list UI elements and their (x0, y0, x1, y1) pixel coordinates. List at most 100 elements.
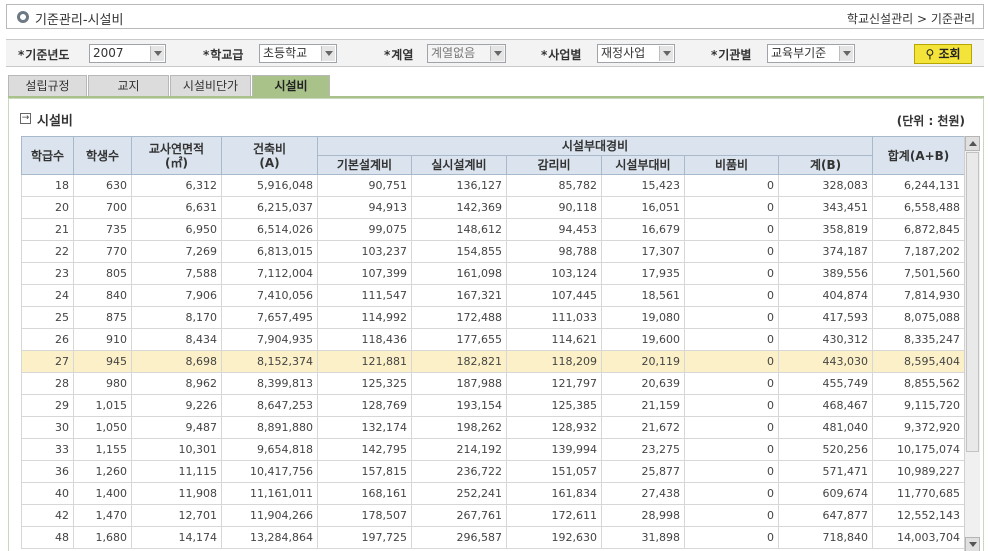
table-cell: 90,751 (317, 174, 412, 197)
tab-facility-cost[interactable]: 시설비 (252, 75, 330, 96)
table-cell: 17,307 (601, 240, 685, 263)
table-cell: 7,410,056 (221, 284, 318, 307)
table-cell: 700 (73, 196, 132, 219)
table-row[interactable]: 23 805 7,588 7,112,004 107,399 161,098 103,124… (21, 262, 964, 285)
table-cell: 17,935 (601, 262, 685, 285)
basis-select[interactable]: 교육부기준 (767, 44, 855, 63)
table-row[interactable]: 26 910 8,434 7,904,935 118,436 177,655 114,621… (21, 328, 964, 351)
table-cell: 8,335,247 (872, 328, 964, 351)
table-cell: 10,301 (131, 438, 222, 461)
table-cell: 8,962 (131, 372, 222, 395)
table-cell: 6,813,015 (221, 240, 318, 263)
tab-establishment-rules[interactable]: 설립규정 (8, 75, 87, 96)
table-cell: 0 (684, 372, 779, 395)
table-cell: 735 (73, 218, 132, 241)
table-cell: 48 (21, 526, 74, 549)
table-cell: 214,192 (411, 438, 507, 461)
table-row[interactable]: 21 735 6,950 6,514,026 99,075 148,612 94,453 16… (21, 218, 964, 241)
table-row[interactable]: 30 1,050 9,487 8,891,880 132,174 198,262 128,9… (21, 416, 964, 439)
table-cell: 875 (73, 306, 132, 329)
table-cell: 20,119 (601, 350, 685, 373)
table-row[interactable]: 25 875 8,170 7,657,495 114,992 172,488 111,033… (21, 306, 964, 329)
table-cell: 910 (73, 328, 132, 351)
table-cell: 8,698 (131, 350, 222, 373)
series-select[interactable]: 계열없음 (427, 44, 506, 63)
table-cell: 6,312 (131, 174, 222, 197)
table-cell: 192,630 (506, 526, 602, 549)
table-cell: 21,672 (601, 416, 685, 439)
vertical-scrollbar[interactable] (964, 136, 980, 551)
table-cell: 125,325 (317, 372, 412, 395)
data-grid: 학급수 학생수 교사연면적 (㎡) 건축비 (A) 시설부대경비 합계(A+B) 기… (21, 136, 964, 551)
basis-label: *기관별 (711, 48, 752, 62)
table-row[interactable]: 42 1,470 12,701 11,904,266 178,507 267,761 172… (21, 504, 964, 527)
table-row[interactable]: 40 1,400 11,908 11,161,011 168,161 252,241 161… (21, 482, 964, 505)
col-header-equipment: 비품비 (684, 155, 779, 175)
section-title: 시설비 (37, 114, 73, 129)
tab-school-site[interactable]: 교지 (88, 75, 169, 96)
table-row[interactable]: 36 1,260 11,115 10,417,756 157,815 236,722 151… (21, 460, 964, 483)
table-cell: 9,372,920 (872, 416, 964, 439)
table-cell: 267,761 (411, 504, 507, 527)
content-panel: → 시설비 (단위 : 천원) 학급수 학생수 교사연면적 (㎡) 건축비 (A) … (8, 98, 984, 551)
chevron-down-icon (839, 46, 853, 61)
scroll-up-icon[interactable] (965, 136, 980, 151)
table-cell: 0 (684, 350, 779, 373)
tab-unit-cost[interactable]: 시설비단가 (170, 75, 251, 96)
table-cell: 296,587 (411, 526, 507, 549)
table-cell: 27,438 (601, 482, 685, 505)
table-cell: 16,051 (601, 196, 685, 219)
table-cell: 31,898 (601, 526, 685, 549)
table-row[interactable]: 29 1,015 9,226 8,647,253 128,769 193,154 125,3… (21, 394, 964, 417)
year-select[interactable]: 2007 (89, 44, 166, 63)
table-row[interactable]: 27 945 8,698 8,152,374 121,881 182,821 118,209… (21, 350, 964, 373)
table-row[interactable]: 20 700 6,631 6,215,037 94,913 142,369 90,118 16… (21, 196, 964, 219)
table-cell: 187,988 (411, 372, 507, 395)
table-row[interactable]: 33 1,155 10,301 9,654,818 142,795 214,192 139,… (21, 438, 964, 461)
table-cell: 0 (684, 460, 779, 483)
table-cell: 0 (684, 284, 779, 307)
table-cell: 157,815 (317, 460, 412, 483)
table-cell: 168,161 (317, 482, 412, 505)
table-cell: 24 (21, 284, 74, 307)
table-cell: 128,769 (317, 394, 412, 417)
table-cell: 389,556 (777, 262, 874, 285)
table-cell: 9,226 (131, 394, 222, 417)
table-cell: 6,215,037 (221, 196, 318, 219)
table-cell: 374,187 (777, 240, 874, 263)
table-row[interactable]: 22 770 7,269 6,813,015 103,237 154,855 98,788 1… (21, 240, 964, 263)
table-row[interactable]: 48 1,680 14,174 13,284,864 197,725 296,587 192… (21, 526, 964, 549)
table-cell: 10,417,756 (221, 460, 318, 483)
table-row[interactable]: 28 980 8,962 8,399,813 125,325 187,988 121,797… (21, 372, 964, 395)
table-cell: 358,819 (777, 218, 874, 241)
table-cell: 11,770,685 (872, 482, 964, 505)
table-cell: 94,453 (506, 218, 602, 241)
scroll-thumb[interactable] (966, 152, 979, 452)
table-cell: 114,621 (506, 328, 602, 351)
table-cell: 718,840 (777, 526, 874, 549)
table-row[interactable]: 24 840 7,906 7,410,056 111,547 167,321 107,445… (21, 284, 964, 307)
table-cell: 1,015 (73, 394, 132, 417)
table-cell: 42 (21, 504, 74, 527)
filter-bar: *기준년도 2007 *학교급 초등학교 *계열 계열없음 *사업별 재정사업 … (6, 39, 984, 67)
table-cell: 8,075,088 (872, 306, 964, 329)
table-cell: 6,514,026 (221, 218, 318, 241)
table-cell: 198,262 (411, 416, 507, 439)
table-cell: 121,797 (506, 372, 602, 395)
table-cell: 6,950 (131, 218, 222, 241)
table-cell: 11,904,266 (221, 504, 318, 527)
table-cell: 6,631 (131, 196, 222, 219)
school-level-select[interactable]: 초등학교 (259, 44, 337, 63)
table-cell: 19,600 (601, 328, 685, 351)
search-button[interactable]: ⚲ 조회 (914, 44, 972, 64)
col-header-total: 합계(A+B) (872, 136, 964, 175)
scroll-down-icon[interactable] (965, 537, 980, 551)
business-type-select[interactable]: 재정사업 (597, 44, 675, 63)
series-label: *계열 (384, 48, 414, 62)
col-header-construction: 건축비 (A) (221, 136, 318, 175)
table-cell: 25,877 (601, 460, 685, 483)
table-cell: 0 (684, 416, 779, 439)
chevron-down-icon (490, 46, 504, 61)
table-cell: 27 (21, 350, 74, 373)
table-row[interactable]: 18 630 6,312 5,916,048 90,751 136,127 85,782 15… (21, 174, 964, 197)
